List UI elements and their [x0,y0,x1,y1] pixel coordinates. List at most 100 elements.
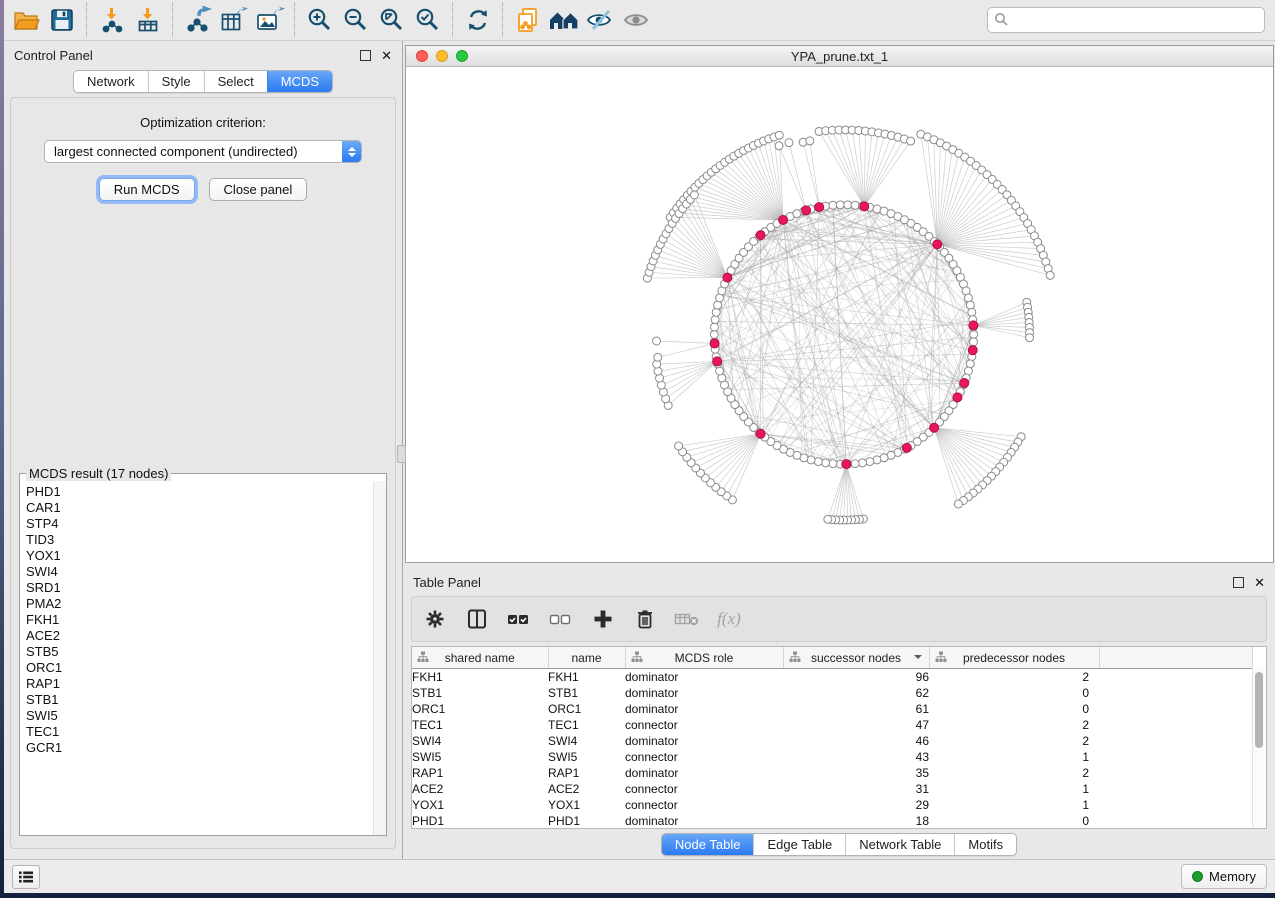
run-mcds-button[interactable]: Run MCDS [99,178,195,201]
table-row[interactable]: SWI5SWI5connector431 [412,749,1253,765]
graph-dominator-node[interactable] [756,429,765,438]
graph-node[interactable] [822,459,830,467]
tab-network[interactable]: Network [74,71,148,92]
graph-node[interactable] [814,458,822,466]
mcds-result-item[interactable]: YOX1 [26,548,386,564]
tab-style[interactable]: Style [148,71,204,92]
mcds-result-item[interactable]: TEC1 [26,724,386,740]
mcds-result-item[interactable]: SWI4 [26,564,386,580]
select-all-icon[interactable] [506,606,532,632]
tab-node-table[interactable]: Node Table [662,834,754,855]
zoom-fit-icon[interactable] [374,2,410,38]
duplicate-network-icon[interactable] [510,2,546,38]
houses-icon[interactable] [546,2,582,38]
column-header-successor-nodes[interactable]: successor nodes [783,647,929,669]
graph-leaf-node[interactable] [654,353,662,361]
add-column-icon[interactable] [590,606,616,632]
graph-node[interactable] [829,460,837,468]
graph-node[interactable] [970,330,978,338]
gear-icon[interactable] [422,606,448,632]
graph-dominator-node[interactable] [710,339,719,348]
graph-node[interactable] [829,201,837,209]
memory-button[interactable]: Memory [1181,864,1267,889]
import-table-icon[interactable] [130,2,166,38]
graph-node[interactable] [851,460,859,468]
close-panel-icon[interactable]: ✕ [381,49,392,62]
graph-node[interactable] [711,316,719,324]
network-canvas[interactable] [406,67,1273,562]
mcds-result-item[interactable]: SRD1 [26,580,386,596]
graph-node[interactable] [844,201,852,209]
save-icon[interactable] [44,2,80,38]
table-row[interactable]: SWI4SWI4dominator462 [412,733,1253,749]
graph-node[interactable] [968,308,976,316]
mcds-result-item[interactable]: STB5 [26,644,386,660]
graph-node[interactable] [866,458,874,466]
graph-dominator-node[interactable] [802,206,811,215]
mcds-result-item[interactable]: CAR1 [26,500,386,516]
mcds-result-item[interactable]: ACE2 [26,628,386,644]
tab-edge-table[interactable]: Edge Table [753,834,845,855]
graph-node[interactable] [858,459,866,467]
column-header-MCDS-role[interactable]: MCDS role [625,647,783,669]
graph-leaf-node[interactable] [806,137,814,145]
graph-node[interactable] [711,323,719,331]
graph-leaf-node[interactable] [785,139,793,147]
graph-node[interactable] [873,456,881,464]
graph-leaf-node[interactable] [653,337,661,345]
refresh-icon[interactable] [460,2,496,38]
search-input[interactable] [987,7,1265,33]
graph-node[interactable] [966,301,974,309]
close-panel-button[interactable]: Close panel [209,178,308,201]
mcds-result-list[interactable]: PHD1CAR1STP4TID3YOX1SWI4SRD1PMA2FKH1ACE2… [20,481,386,835]
graph-dominator-node[interactable] [723,273,732,282]
hide-graphics-details-icon[interactable] [582,2,618,38]
graph-leaf-node[interactable] [690,191,698,199]
mcds-result-item[interactable]: RAP1 [26,676,386,692]
delete-column-icon[interactable] [632,606,658,632]
mcds-result-item[interactable]: FKH1 [26,612,386,628]
table-scrollbar-thumb[interactable] [1255,672,1263,748]
table-row[interactable]: STB1STB1dominator620 [412,685,1253,701]
float-table-panel-icon[interactable] [1233,577,1244,588]
table-row[interactable]: TEC1TEC1connector472 [412,717,1253,733]
graph-leaf-node[interactable] [675,442,683,450]
close-table-panel-icon[interactable]: ✕ [1254,576,1265,589]
graph-dominator-node[interactable] [779,215,788,224]
float-panel-icon[interactable] [360,50,371,61]
table-row[interactable]: YOX1YOX1connector291 [412,797,1253,813]
table-row[interactable]: RAP1RAP1dominator352 [412,765,1253,781]
mcds-result-item[interactable]: STB1 [26,692,386,708]
graph-leaf-node[interactable] [775,131,783,139]
graph-leaf-node[interactable] [907,137,915,145]
export-network-icon[interactable] [180,2,216,38]
show-graphics-details-icon[interactable] [618,2,654,38]
column-header-name[interactable]: name [548,647,625,669]
table-row[interactable]: ORC1ORC1dominator610 [412,701,1253,717]
graph-dominator-node[interactable] [960,379,969,388]
mcds-result-item[interactable]: TID3 [26,532,386,548]
graph-node[interactable] [851,201,859,209]
tab-network-table[interactable]: Network Table [845,834,954,855]
graph-dominator-node[interactable] [902,443,911,452]
graph-dominator-node[interactable] [953,393,962,402]
graph-dominator-node[interactable] [860,202,869,211]
column-header-shared-name[interactable]: shared name [412,647,548,669]
table-row[interactable]: FKH1FKH1dominator962 [412,669,1253,686]
mcds-result-item[interactable]: SWI5 [26,708,386,724]
graph-node[interactable] [712,308,720,316]
node-table[interactable]: shared namenameMCDS rolesuccessor nodesp… [412,647,1253,829]
mcds-result-item[interactable]: PMA2 [26,596,386,612]
zoom-out-icon[interactable] [338,2,374,38]
graph-node[interactable] [969,338,977,346]
mcds-result-item[interactable]: ORC1 [26,660,386,676]
mcds-list-scrollbar[interactable] [373,481,386,835]
columns-icon[interactable] [464,606,490,632]
tab-select[interactable]: Select [204,71,267,92]
table-row[interactable]: PHD1PHD1dominator180 [412,813,1253,829]
graph-dominator-node[interactable] [968,346,977,355]
table-row[interactable]: ACE2ACE2connector311 [412,781,1253,797]
graph-leaf-node[interactable] [824,515,832,523]
mcds-result-item[interactable]: STP4 [26,516,386,532]
graph-dominator-node[interactable] [969,321,978,330]
